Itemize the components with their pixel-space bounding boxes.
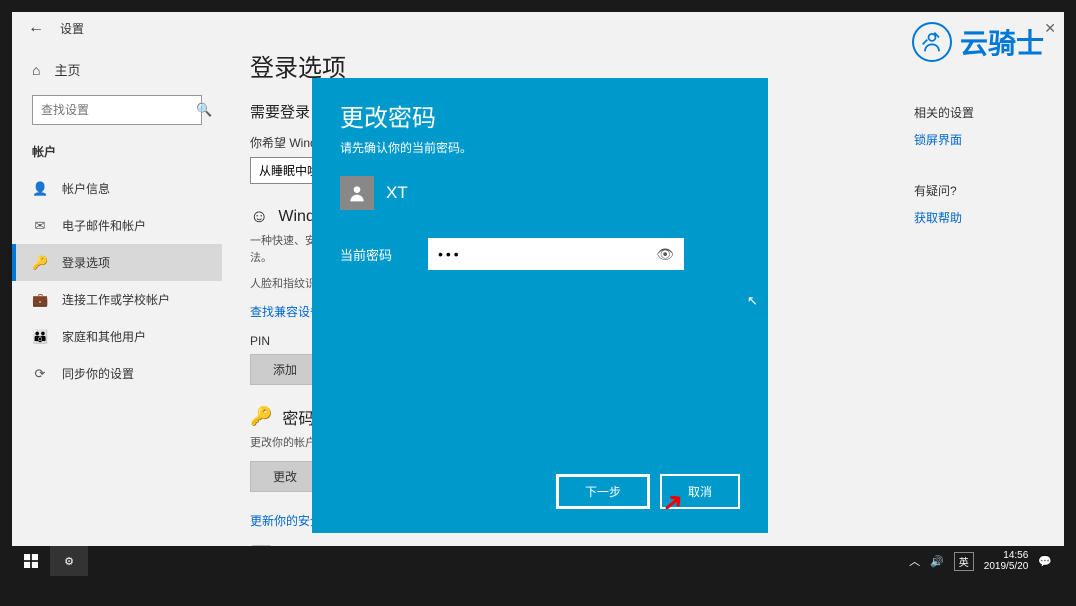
titlebar: ← 设置 ✕	[12, 12, 1064, 44]
taskbar-settings-button[interactable]: ⚙	[50, 546, 88, 576]
mouse-cursor-icon: ↖	[747, 293, 758, 309]
dialog-subtitle: 请先确认你的当前密码。	[340, 139, 740, 156]
current-password-label: 当前密码	[340, 245, 396, 264]
home-label: 主页	[54, 60, 80, 79]
sidebar-item-label: 家庭和其他用户	[62, 328, 146, 345]
get-help-link[interactable]: 获取帮助	[914, 209, 1044, 226]
back-button[interactable]: ←	[28, 19, 44, 37]
current-password-field: 当前密码 👁	[340, 238, 740, 270]
password-input-wrap[interactable]: 👁	[428, 238, 684, 270]
briefcase-icon: 💼	[32, 292, 48, 308]
cancel-button[interactable]: 取消	[660, 474, 740, 509]
change-password-dialog: 更改密码 请先确认你的当前密码。 XT 当前密码 👁 ↖ 下一步 取消	[312, 78, 768, 533]
branding-watermark: 云骑士	[912, 22, 1044, 62]
sync-icon: ⟳	[32, 366, 48, 382]
current-password-input[interactable]	[438, 246, 656, 262]
sidebar: ⌂ 主页 🔍 帐户 👤 帐户信息 ✉ 电子邮件和帐户 🔑 登录选项 💼 连接工作…	[12, 44, 222, 546]
sidebar-home[interactable]: ⌂ 主页	[12, 52, 222, 87]
taskbar: ⚙ ︿ 🔊 英 14:56 2019/5/20 💬	[12, 546, 1064, 576]
sidebar-item-label: 电子邮件和帐户	[62, 217, 146, 234]
sidebar-item-sync[interactable]: ⟳ 同步你的设置	[12, 355, 222, 392]
taskbar-time: 14:56	[984, 550, 1029, 561]
taskbar-clock[interactable]: 14:56 2019/5/20	[984, 550, 1029, 572]
tray-chevron-up-icon[interactable]: ︿	[909, 553, 920, 569]
reveal-password-icon[interactable]: 👁	[656, 246, 674, 263]
notifications-icon[interactable]: 💬	[1038, 555, 1052, 568]
pin-add-button[interactable]: 添加	[250, 354, 320, 385]
lockscreen-link[interactable]: 锁屏界面	[914, 131, 1044, 148]
password-change-button[interactable]: 更改	[250, 461, 320, 492]
sidebar-item-label: 登录选项	[62, 254, 110, 271]
sidebar-item-label: 连接工作或学校帐户	[62, 291, 170, 308]
family-icon: 👪	[32, 329, 48, 345]
next-button[interactable]: 下一步	[556, 474, 650, 509]
right-panel: 相关的设置 锁屏界面 有疑问? 获取帮助	[914, 44, 1064, 546]
home-icon: ⌂	[32, 62, 40, 78]
sidebar-item-label: 同步你的设置	[62, 365, 134, 382]
search-icon: 🔍	[196, 102, 212, 118]
avatar-icon	[340, 176, 374, 210]
key-section-icon: 🔑	[250, 406, 272, 427]
start-button[interactable]	[12, 546, 50, 576]
close-button[interactable]: ✕	[1044, 20, 1056, 37]
sidebar-item-email[interactable]: ✉ 电子邮件和帐户	[12, 207, 222, 244]
search-input[interactable]	[41, 103, 196, 117]
sidebar-item-signin-options[interactable]: 🔑 登录选项	[12, 244, 222, 281]
related-settings-title: 相关的设置	[914, 104, 1044, 121]
sidebar-item-account-info[interactable]: 👤 帐户信息	[12, 170, 222, 207]
volume-icon[interactable]: 🔊	[930, 555, 944, 568]
taskbar-date: 2019/5/20	[984, 561, 1029, 572]
dialog-user-row: XT	[340, 176, 740, 210]
dialog-title: 更改密码	[340, 98, 740, 133]
window-title: 设置	[60, 20, 84, 37]
search-input-wrap[interactable]: 🔍	[32, 95, 202, 125]
branding-text: 云骑士	[960, 22, 1044, 62]
question-title: 有疑问?	[914, 182, 1044, 199]
sidebar-item-family[interactable]: 👪 家庭和其他用户	[12, 318, 222, 355]
sidebar-item-work-school[interactable]: 💼 连接工作或学校帐户	[12, 281, 222, 318]
key-icon: 🔑	[32, 255, 48, 271]
branding-logo-icon	[912, 22, 952, 62]
account-icon: 👤	[32, 181, 48, 197]
mail-icon: ✉	[32, 218, 48, 234]
ime-indicator[interactable]: 英	[954, 552, 974, 571]
hello-face-icon: ☺	[250, 206, 268, 227]
sidebar-section-label: 帐户	[12, 139, 222, 170]
password-title: 密码	[282, 405, 314, 429]
hello-title: Wind	[278, 208, 314, 226]
dialog-username: XT	[386, 183, 408, 203]
sidebar-item-label: 帐户信息	[62, 180, 110, 197]
